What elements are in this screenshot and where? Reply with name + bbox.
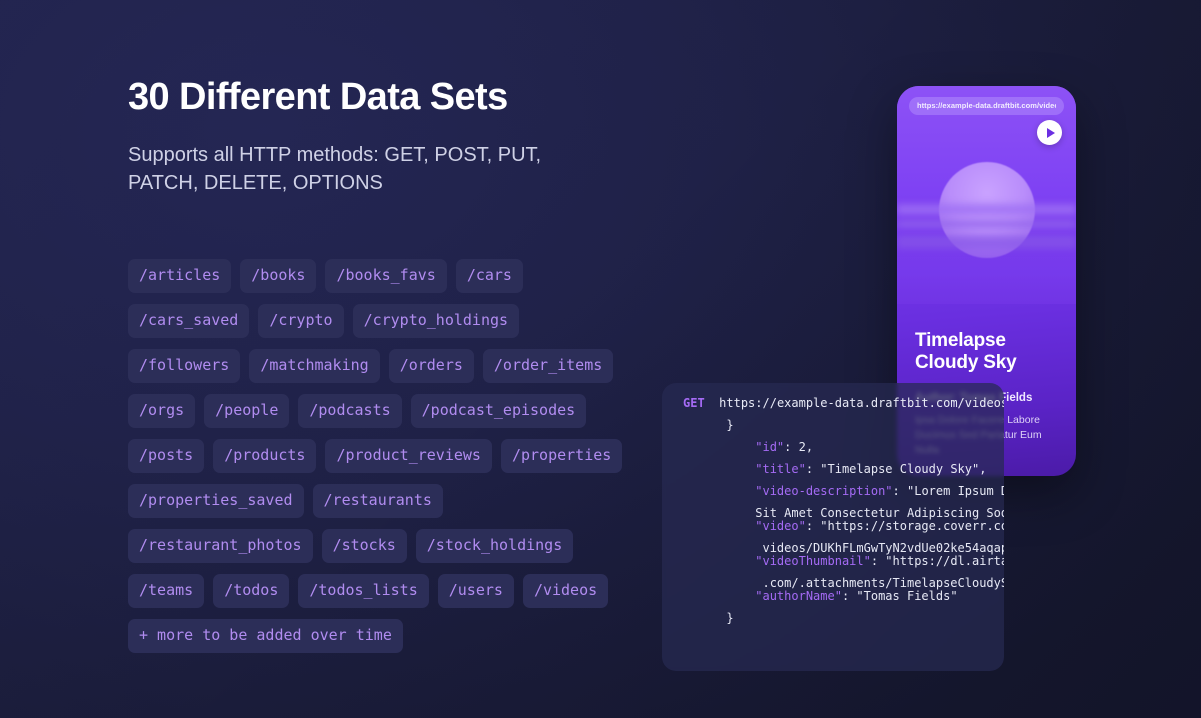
code-line: .com/.attachments/TimelapseCloudySky" (683, 576, 1004, 590)
intro-section: 30 Different Data Sets Supports all HTTP… (128, 76, 648, 197)
code-line: } (683, 418, 734, 432)
endpoint-tag-followers[interactable]: /followers (128, 349, 241, 383)
endpoint-tag-crypto-holdings[interactable]: /crypto_holdings (352, 304, 520, 338)
endpoint-tag-row: /restaurant_photos/stocks/stock_holdings (128, 529, 598, 563)
endpoint-tag-matchmaking[interactable]: /matchmaking (249, 349, 380, 383)
code-line: "authorName": "Tomas Fields" (755, 589, 958, 603)
play-icon (1046, 127, 1055, 138)
code-line: "video": "https://storage.coverr.co/ (755, 519, 1004, 533)
endpoint-tag-row: /properties_saved/restaurants (128, 484, 598, 518)
endpoint-tag-posts[interactable]: /posts (128, 439, 205, 473)
endpoint-tag-cars[interactable]: /cars (455, 259, 523, 293)
endpoint-tag-orgs[interactable]: /orgs (128, 394, 196, 428)
endpoint-tag-properties-saved[interactable]: /properties_saved (128, 484, 304, 518)
cloud-band-icon (897, 204, 1076, 215)
endpoint-tag-books-favs[interactable]: /books_favs (325, 259, 447, 293)
endpoint-tag-teams[interactable]: /teams (128, 574, 205, 608)
code-response-panel: GET https://example-data.draftbit.com/vi… (662, 383, 1004, 671)
endpoint-tag-videos[interactable]: /videos (522, 574, 609, 608)
endpoint-tag-products[interactable]: /products (213, 439, 317, 473)
request-url: https://example-data.draftbit.com/videos (719, 396, 1004, 410)
endpoint-tag-articles[interactable]: /articles (128, 259, 232, 293)
page-title: 30 Different Data Sets (128, 76, 508, 118)
endpoint-tag-users[interactable]: /users (437, 574, 514, 608)
code-line: "video-description": "Lorem Ipsum Dolo (755, 484, 1004, 498)
url-pill[interactable]: https://example-data.draftbit.com/videos… (909, 97, 1064, 115)
endpoint-tag-cars-saved[interactable]: /cars_saved (128, 304, 250, 338)
endpoint-tag-books[interactable]: /books (240, 259, 317, 293)
page-subtitle: Supports all HTTP methods: GET, POST, PU… (128, 143, 542, 194)
endpoint-tag-order-items[interactable]: /order_items (482, 349, 614, 383)
play-button[interactable] (1037, 120, 1062, 145)
http-method-label: GET (683, 396, 705, 410)
endpoint-tag-todos[interactable]: /todos (213, 574, 290, 608)
endpoint-tag-row: + more to be added over time (128, 619, 598, 653)
endpoint-tag-podcast-episodes[interactable]: /podcast_episodes (410, 394, 587, 428)
video-title: Timelapse Cloudy Sky (915, 330, 1017, 374)
endpoint-tag-row: /articles/books/books_favs/cars (128, 259, 598, 293)
endpoint-tag-people[interactable]: /people (204, 394, 290, 428)
endpoint-tag-restaurants[interactable]: /restaurants (312, 484, 443, 518)
cloud-band-icon (897, 220, 1076, 228)
endpoint-tag-podcasts[interactable]: /podcasts (298, 394, 402, 428)
endpoint-tag-stocks[interactable]: /stocks (321, 529, 407, 563)
code-line: "title": "Timelapse Cloudy Sky", (755, 462, 987, 476)
code-lines: GET https://example-data.draftbit.com/vi… (662, 397, 1004, 624)
url-pill-text: https://example-data.draftbit.com/videos… (917, 101, 1056, 110)
endpoint-tag-row: /orgs/people/podcasts/podcast_episodes (128, 394, 598, 428)
endpoint-tag-row: /posts/products/product_reviews/properti… (128, 439, 623, 473)
code-line: "videoThumbnail": "https://dl.airtable (755, 554, 1004, 568)
code-line: } (683, 611, 734, 625)
endpoint-tag-row: /teams/todos/todos_lists/users/videos (128, 574, 609, 608)
endpoint-tag-list: /articles/books/books_favs/cars/cars_sav… (128, 259, 623, 664)
code-line: videos/DUKhFLmGwTyN2vdUe02ke54aqapqTE" (683, 541, 1004, 555)
hero-haze-overlay (897, 232, 1076, 304)
endpoint-tag-stock-holdings[interactable]: /stock_holdings (415, 529, 574, 563)
endpoint-tag-orders[interactable]: /orders (388, 349, 474, 383)
endpoint-tag-properties[interactable]: /properties (500, 439, 623, 473)
endpoint-tag-row: /cars_saved/crypto/crypto_holdings (128, 304, 598, 338)
endpoint-tag-todos-lists[interactable]: /todos_lists (298, 574, 429, 608)
endpoint-tag-restaurant-photos[interactable]: /restaurant_photos (128, 529, 313, 563)
more-endpoints-tag[interactable]: + more to be added over time (128, 619, 403, 653)
endpoint-tag-product-reviews[interactable]: /product_reviews (325, 439, 492, 473)
video-hero-image: https://example-data.draftbit.com/videos… (897, 86, 1076, 304)
code-line: "id": 2, (755, 440, 814, 454)
endpoint-tag-crypto[interactable]: /crypto (258, 304, 344, 338)
code-line: Sit Amet Consectetur Adipiscing Soda", (683, 506, 1004, 520)
endpoint-tag-row: /followers/matchmaking/orders/order_item… (128, 349, 614, 383)
code-request-line: GET https://example-data.draftbit.com/vi… (683, 397, 1004, 409)
